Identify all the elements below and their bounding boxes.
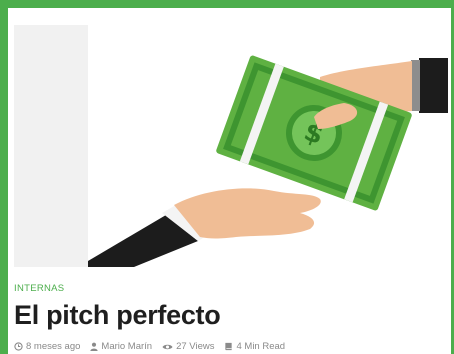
category-link[interactable]: INTERNAS bbox=[14, 283, 64, 294]
meta-date: 8 meses ago bbox=[14, 341, 80, 352]
meta-read-time: 4 Min Read bbox=[224, 341, 285, 352]
user-icon bbox=[90, 342, 99, 351]
green-frame-top bbox=[0, 0, 454, 8]
post-card: $ INTERNAS El pitch perfecto 8 meses ago… bbox=[8, 8, 451, 354]
post-title[interactable]: El pitch perfecto bbox=[14, 297, 221, 333]
featured-image[interactable]: $ bbox=[14, 25, 448, 267]
author-text[interactable]: Mario Marín bbox=[101, 341, 152, 352]
book-icon bbox=[225, 342, 233, 351]
meta-author[interactable]: Mario Marín bbox=[90, 341, 152, 352]
views-text: 27 Views bbox=[176, 341, 215, 352]
read-time-text: 4 Min Read bbox=[236, 341, 286, 352]
post-meta: 8 meses ago Mario Marín 27 Views 4 Min R… bbox=[14, 341, 285, 352]
green-frame-left bbox=[0, 0, 8, 354]
clock-icon bbox=[14, 342, 23, 351]
date-text: 8 meses ago bbox=[26, 341, 81, 352]
meta-views: 27 Views bbox=[162, 341, 214, 352]
eye-icon bbox=[162, 344, 173, 349]
